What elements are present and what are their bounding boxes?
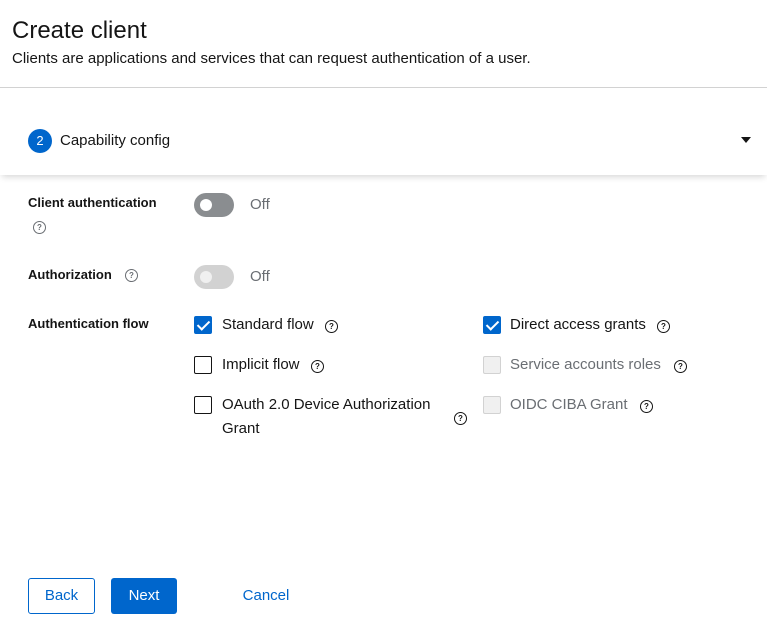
service-accounts-roles-help-icon[interactable]: ? [674,360,687,373]
oidc-ciba-grant-checkbox[interactable] [483,396,501,414]
authorization-state: Off [250,268,270,285]
step-label: Capability config [60,132,171,149]
oauth-device-grant-label-line1[interactable]: OAuth 2.0 Device Authorization [222,393,430,417]
direct-access-grants-label[interactable]: Direct access grants [510,313,646,337]
service-accounts-roles-checkbox[interactable] [483,356,501,374]
page-title: Create client [12,17,147,44]
direct-access-grants-checkbox[interactable] [483,316,501,334]
caret-down-icon[interactable] [741,137,751,143]
client-authentication-toggle[interactable] [194,193,234,217]
service-accounts-roles-label: Service accounts roles [510,356,661,373]
oauth-device-grant-label-line2[interactable]: Grant [222,417,260,441]
implicit-flow-label[interactable]: Implicit flow [222,353,300,377]
client-authentication-state: Off [250,196,270,213]
implicit-flow-help-icon[interactable]: ? [311,360,324,373]
standard-flow-checkbox[interactable] [194,316,212,334]
toggle-knob [200,199,212,211]
implicit-flow-checkbox[interactable] [194,356,212,374]
toggle-knob [200,271,212,283]
step-number-badge: 2 [28,129,52,153]
client-authentication-label: Client authentication [28,195,157,210]
page-description: Clients are applications and services th… [12,50,531,67]
client-authentication-help-icon[interactable]: ? [33,221,46,234]
page-header: Create client Clients are applications a… [0,0,767,88]
authorization-label: Authorization [28,267,112,282]
oidc-ciba-grant-label: OIDC CIBA Grant [510,396,628,413]
standard-flow-help-icon[interactable]: ? [325,320,338,333]
wizard-step-toggle[interactable]: 2 Capability config [0,88,767,175]
authentication-flow-label: Authentication flow [28,316,149,331]
oauth-device-grant-checkbox[interactable] [194,396,212,414]
authorization-toggle[interactable] [194,265,234,289]
standard-flow-label[interactable]: Standard flow [222,313,314,337]
authorization-help-icon[interactable]: ? [125,269,138,282]
oauth-device-grant-help-icon[interactable]: ? [454,412,467,425]
oidc-ciba-grant-help-icon[interactable]: ? [640,400,653,413]
back-button[interactable]: Back [28,578,95,614]
cancel-button[interactable]: Cancel [229,578,303,614]
direct-access-grants-help-icon[interactable]: ? [657,320,670,333]
next-button[interactable]: Next [111,578,177,614]
